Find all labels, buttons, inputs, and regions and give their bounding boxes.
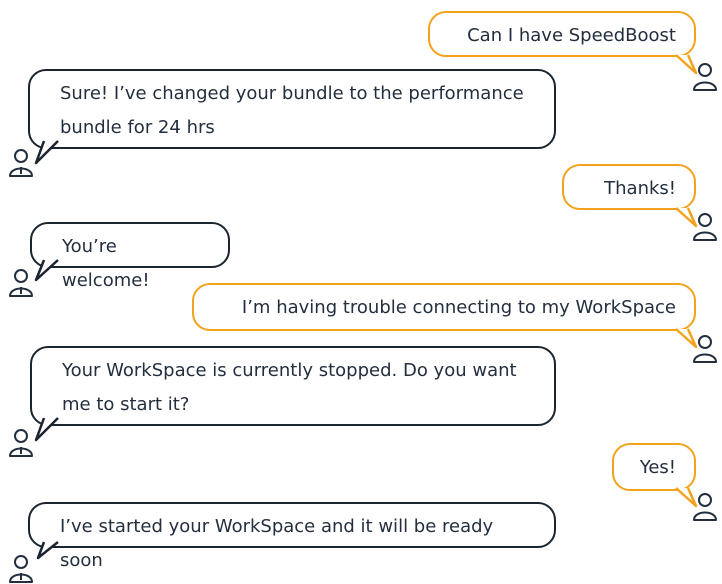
chat-conversation: { "conversation": { "messages": [ {"send…: [0, 0, 722, 583]
message-text: I’m having trouble connecting to my Work…: [241, 297, 676, 318]
user-message-bubble: I’m having trouble connecting to my Work…: [192, 283, 696, 331]
user-message-bubble: Can I have SpeedBoost: [428, 11, 696, 57]
user-avatar-icon: [693, 213, 717, 241]
bot-bubble-tail: [36, 541, 59, 560]
user-avatar-icon: [693, 335, 717, 363]
message-text: Sure! I’ve changed your bundle to the pe…: [60, 83, 524, 138]
agent-avatar-icon: [9, 269, 33, 297]
bot-bubble-tail: [34, 140, 59, 165]
message-text: Can I have SpeedBoost: [467, 25, 676, 46]
agent-avatar-icon: [9, 555, 33, 583]
user-avatar-icon: [693, 493, 717, 521]
bot-message-bubble: Sure! I’ve changed your bundle to the pe…: [28, 69, 556, 149]
message-text: Yes!: [639, 457, 676, 478]
message-text: Thanks!: [604, 178, 676, 199]
bot-bubble-tail: [34, 417, 59, 442]
agent-avatar-icon: [9, 149, 33, 177]
bot-bubble-tail: [34, 259, 59, 282]
bot-message-bubble: Your WorkSpace is currently stopped. Do …: [30, 346, 556, 426]
message-text: Your WorkSpace is currently stopped. Do …: [62, 360, 517, 415]
user-avatar-icon: [693, 63, 717, 91]
bot-message-bubble: I’ve started your WorkSpace and it will …: [28, 502, 556, 571]
agent-avatar-icon: [9, 429, 33, 457]
message-text: You’re welcome!: [62, 236, 150, 291]
message-text: I’ve started your WorkSpace and it will …: [60, 516, 494, 571]
